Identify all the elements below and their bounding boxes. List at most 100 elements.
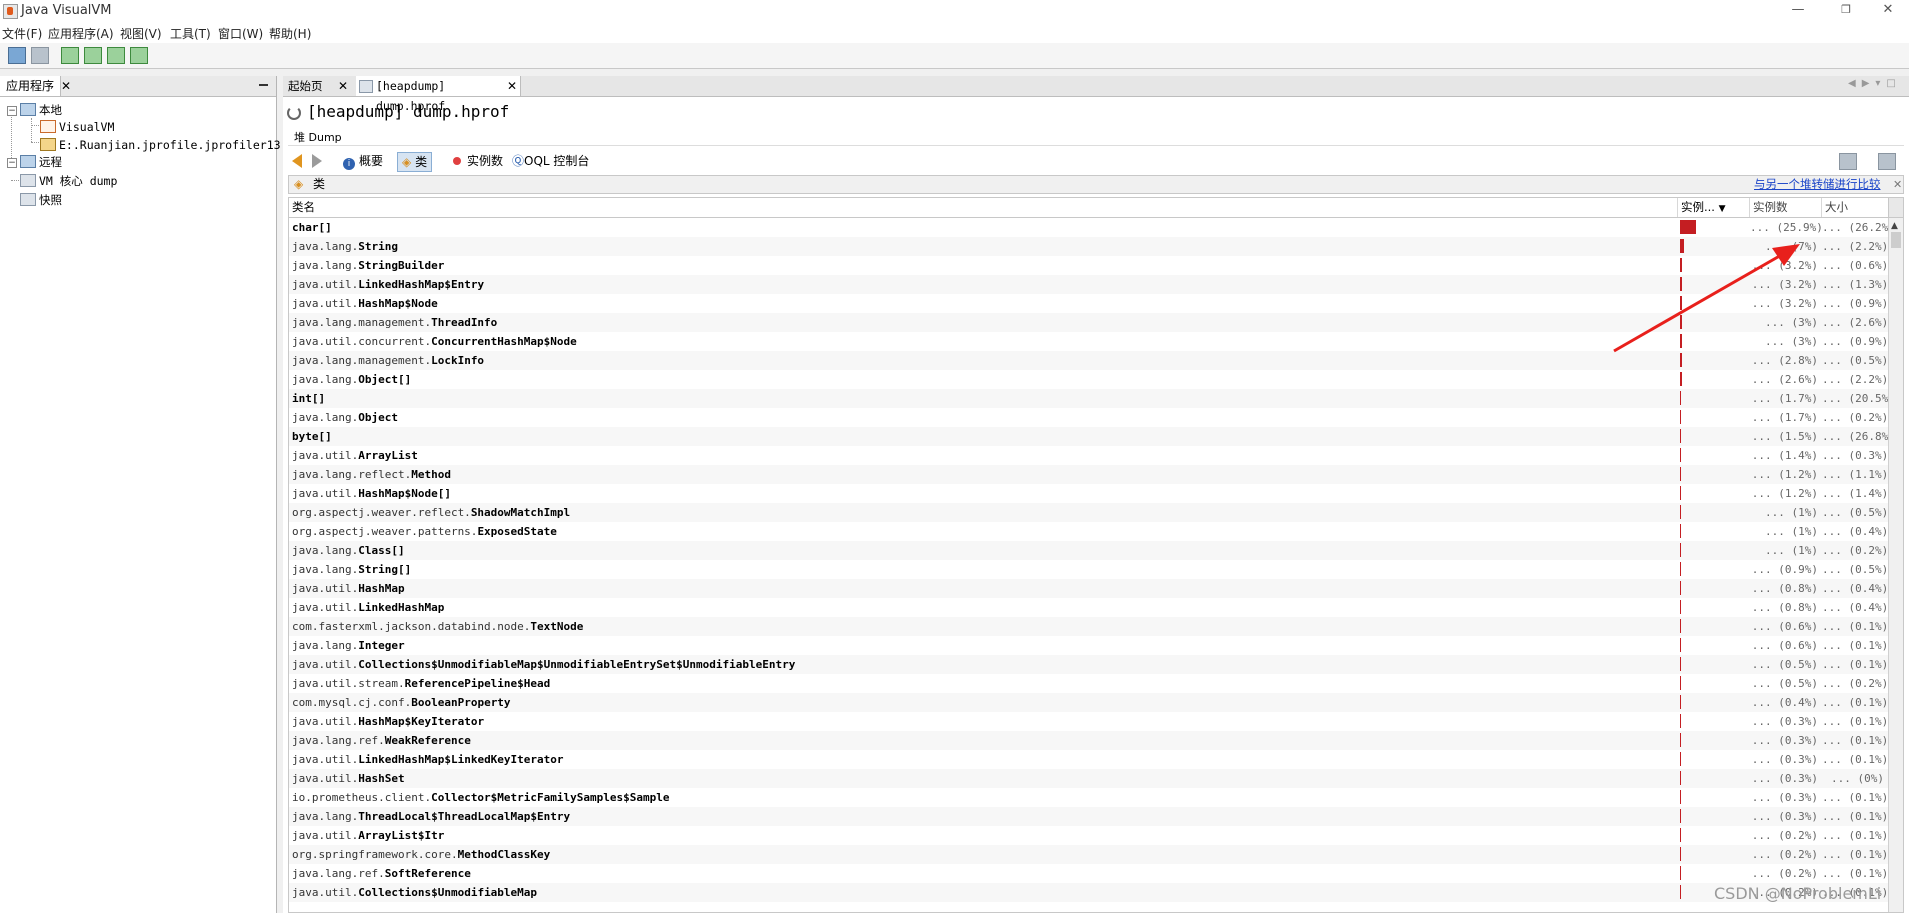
restore-button[interactable]: ❐ [1832, 1, 1860, 19]
instances-percent-bar [1680, 277, 1682, 291]
add-snapshot-icon[interactable] [107, 47, 125, 64]
scroll-up-icon[interactable]: ▲ [1891, 221, 1898, 231]
menu-help[interactable]: 帮助(H) [269, 25, 311, 42]
tree-node-remote[interactable]: 远程 [20, 153, 62, 171]
table-row[interactable]: org.aspectj.weaver.patterns.ExposedState… [289, 522, 1888, 541]
menu-file[interactable]: 文件(F) [2, 25, 42, 42]
save-heapdump-icon[interactable] [1839, 153, 1857, 170]
add-remote-host-icon[interactable] [84, 47, 102, 64]
add-jmx-icon[interactable] [61, 47, 79, 64]
heapdump-icon [359, 80, 373, 93]
tree-collapse-toggle[interactable]: − [7, 158, 17, 168]
table-row[interactable]: java.util.LinkedHashMap$LinkedKeyIterato… [289, 750, 1888, 769]
table-row[interactable]: java.lang.management.LockInfo ... (2.8%).… [289, 351, 1888, 370]
scrollbar-thumb[interactable] [1891, 232, 1901, 248]
table-row[interactable]: java.util.Collections$UnmodifiableMap...… [289, 883, 1888, 902]
forward-arrow-icon[interactable] [312, 154, 322, 168]
package-name: java.lang. [292, 373, 359, 386]
table-row[interactable]: java.lang.ref.SoftReference ... (0.2%)...… [289, 864, 1888, 883]
table-row[interactable]: java.lang.Object ... (1.7%) ... (0.2%) [289, 408, 1888, 427]
instances-percent-bar [1680, 315, 1682, 329]
table-row[interactable]: java.lang.ref.WeakReference ... (0.3%)...… [289, 731, 1888, 750]
package-name: java.lang. [292, 563, 359, 576]
minimize-panel-icon[interactable] [259, 84, 268, 86]
table-row[interactable]: java.util.LinkedHashMap$Entry ... (3.2%).… [289, 275, 1888, 294]
load-icon[interactable] [8, 47, 26, 64]
instances-count-cell: ... (3.2%) [1751, 297, 1818, 310]
save-icon[interactable] [31, 47, 49, 64]
table-row[interactable]: java.util.HashMap$KeyIterator ... (0.3%).… [289, 712, 1888, 731]
table-row[interactable]: java.util.HashMap ... (0.8%) ... (0.4%) [289, 579, 1888, 598]
column-instances-percent[interactable]: 实例... ▼ [1678, 198, 1750, 217]
table-row[interactable]: java.lang.reflect.Method ... (1.2%) ... (1… [289, 465, 1888, 484]
menu-window[interactable]: 窗口(W) [218, 25, 263, 42]
instances-percent-bar [1680, 391, 1681, 405]
table-row[interactable]: java.util.Collections$UnmodifiableMap$Un… [289, 655, 1888, 674]
oql-console-button[interactable]: ⓆOQL 控制台 [512, 152, 589, 170]
table-row[interactable]: java.util.stream.ReferencePipeline$Head.… [289, 674, 1888, 693]
class-name-cell: com.fasterxml.jackson.databind.node.Text… [292, 617, 1672, 636]
table-row[interactable]: byte[] ... (1.5%) ... (26.8%) [289, 427, 1888, 446]
table-row[interactable]: java.util.concurrent.ConcurrentHashMap$N… [289, 332, 1888, 351]
table-row[interactable]: java.lang.Class[] ... (1%) ... (0.2%) [289, 541, 1888, 560]
instances-button[interactable]: 实例数 [453, 152, 503, 170]
vertical-scrollbar[interactable]: ▲ [1888, 218, 1903, 912]
tree-node-jprofiler[interactable]: E:.Ruanjian.jprofile.jprofiler13.bin [40, 136, 308, 154]
table-row[interactable]: java.util.ArrayList$Itr ... (0.2%) ... (0.… [289, 826, 1888, 845]
compare-heapdump-link[interactable]: 与另一个堆转储进行比较 [1754, 176, 1881, 193]
close-icon[interactable]: ✕ [1893, 176, 1902, 193]
tab-start-page[interactable]: 起始页 ✕ [283, 76, 357, 96]
menu-view[interactable]: 视图(V) [120, 25, 162, 42]
table-row[interactable]: java.lang.String[] ... (0.9%) ... (0.5%) [289, 560, 1888, 579]
tab-heapdump[interactable]: [heapdump] dump.hprof ✕ [356, 76, 521, 113]
table-row[interactable]: java.lang.ThreadLocal$ThreadLocalMap$Ent… [289, 807, 1888, 826]
table-row[interactable]: java.lang.Integer ... (0.6%) ... (0.1%) [289, 636, 1888, 655]
menu-tools[interactable]: 工具(T) [170, 25, 211, 42]
column-class-name[interactable]: 类名 [289, 198, 1678, 217]
table-row[interactable]: java.util.ArrayList ... (1.4%) ... (0.3%) [289, 446, 1888, 465]
table-row[interactable]: java.lang.String ... (7%) ... (2.2%) [289, 237, 1888, 256]
tree-node-vm-core[interactable]: VM 核心 dump [20, 172, 117, 190]
instances-count-cell: ... (25.9%) [1750, 221, 1823, 234]
table-row[interactable]: java.util.HashMap$Node ... (3.2%) ... (0.9… [289, 294, 1888, 313]
applications-tab[interactable]: 应用程序 [0, 76, 62, 96]
table-row[interactable]: java.lang.StringBuilder ... (3.2%) ... (0.… [289, 256, 1888, 275]
table-row[interactable]: org.springframework.core.MethodClassKey.… [289, 845, 1888, 864]
close-icon[interactable]: ✕ [507, 76, 517, 96]
table-row[interactable]: com.mysql.cj.conf.BooleanProperty ... (0.… [289, 693, 1888, 712]
table-row[interactable]: int[] ... (1.7%) ... (20.5%) [289, 389, 1888, 408]
tree-node-visualvm[interactable]: VisualVM [40, 118, 114, 136]
instances-percent-bar [1680, 695, 1681, 709]
classes-button[interactable]: ◈ 类 [397, 152, 433, 172]
table-row[interactable]: java.lang.Object[] ... (2.6%) ... (2.2%) [289, 370, 1888, 389]
dock-icon[interactable] [1878, 153, 1896, 170]
minimize-button[interactable]: — [1784, 1, 1812, 19]
table-row[interactable]: org.aspectj.weaver.reflect.ShadowMatchIm… [289, 503, 1888, 522]
menu-bar: 文件(F) 应用程序(A) 视图(V) 工具(T) 窗口(W) 帮助(H) [0, 22, 1909, 43]
table-row[interactable]: io.prometheus.client.Collector$MetricFam… [289, 788, 1888, 807]
column-chooser-icon[interactable] [1888, 198, 1903, 217]
close-button[interactable]: ✕ [1874, 1, 1902, 19]
java-app-icon [40, 120, 56, 133]
tree-node-local[interactable]: 本地 [20, 101, 62, 119]
instances-count-cell: ... (1.7%) [1751, 392, 1818, 405]
summary-button[interactable]: i 概要 [343, 152, 383, 170]
table-row[interactable]: java.lang.management.ThreadInfo ... (3%).… [289, 313, 1888, 332]
instances-count-cell: ... (2.6%) [1751, 373, 1818, 386]
table-row[interactable]: java.util.HashSet ... (0.3%) ... (0%) [289, 769, 1888, 788]
tree-node-snapshots[interactable]: 快照 [20, 191, 62, 209]
table-row[interactable]: java.util.LinkedHashMap ... (0.8%) ... (0.… [289, 598, 1888, 617]
table-row[interactable]: java.util.HashMap$Node[] ... (1.2%) ... (1… [289, 484, 1888, 503]
close-icon[interactable]: ✕ [338, 76, 348, 96]
menu-application[interactable]: 应用程序(A) [48, 25, 114, 42]
close-icon[interactable]: ✕ [61, 76, 71, 96]
column-size[interactable]: 大小 [1822, 198, 1888, 217]
column-instances[interactable]: 实例数 [1750, 198, 1822, 217]
back-arrow-icon[interactable] [292, 154, 302, 168]
class-name: Class[] [358, 544, 405, 557]
table-row[interactable]: com.fasterxml.jackson.databind.node.Text… [289, 617, 1888, 636]
tree-collapse-toggle[interactable]: − [7, 106, 17, 116]
table-row[interactable]: char[] ... (25.9%)... (26.2%) [289, 218, 1888, 237]
add-core-dump-icon[interactable] [130, 47, 148, 64]
tab-navigation-icons[interactable]: ◀▶▾□ [1848, 78, 1902, 89]
